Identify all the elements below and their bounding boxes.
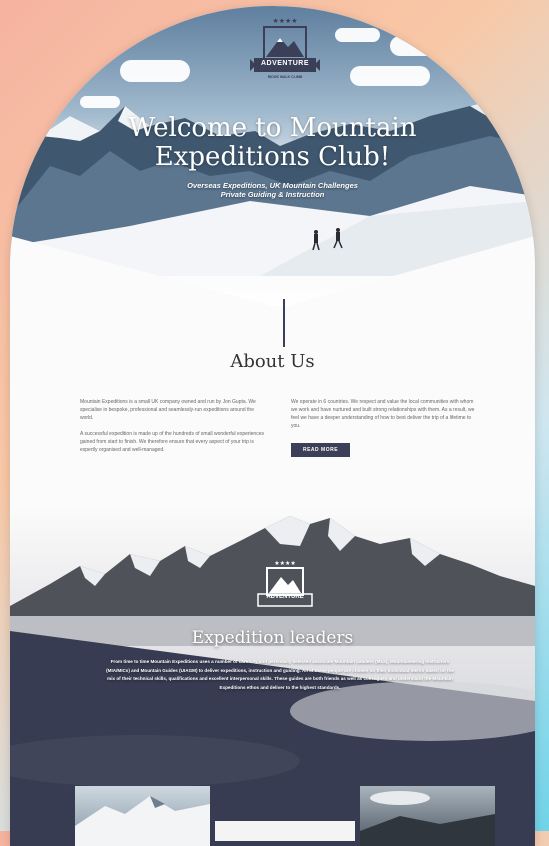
about-paragraph: A successful expedition is made up of th…	[80, 431, 264, 453]
hero-title-line2: Expeditions Club!	[154, 142, 391, 172]
about-paragraph: Mountain Expeditions is a small UK compa…	[80, 399, 256, 421]
thumbnail-image[interactable]	[75, 786, 210, 846]
logo-tagline: RIDGE WALK CLIMB	[267, 75, 303, 79]
read-more-button[interactable]: READ MORE	[291, 443, 350, 457]
expedition-logo-text: ADVENTURE	[266, 594, 304, 600]
hero-title: Welcome to Mountain Expeditions Club!	[10, 114, 535, 172]
adventure-logo[interactable]: ★★★★ ADVENTURE RIDGE WALK CLIMB	[250, 14, 320, 94]
hero-subtitle-line1: Overseas Expeditions, UK Mountain Challe…	[187, 181, 358, 190]
hero-title-line1: Welcome to Mountain	[128, 113, 417, 143]
svg-text:★★★★: ★★★★	[274, 560, 296, 567]
expedition-text: From time to time Mountain Expeditions u…	[106, 659, 454, 690]
hero-subtitle-line2: Private Guiding & Instruction	[220, 190, 325, 199]
content-card	[215, 821, 355, 841]
hero-chevron-divider	[10, 236, 535, 316]
about-title: About Us	[230, 351, 315, 372]
svg-text:★★★★: ★★★★	[272, 17, 297, 25]
logo-text: ADVENTURE	[260, 60, 310, 67]
thumbnail-image[interactable]	[360, 786, 495, 846]
section-divider-line	[283, 299, 285, 347]
about-column-right: We operate in 6 countries. We respect an…	[291, 398, 479, 438]
page-frame: ★★★★ ADVENTURE RIDGE WALK CLIMB Welcome …	[10, 6, 535, 846]
mountain-logo-icon: ★★★★	[250, 17, 320, 72]
hero-subtitle: Overseas Expeditions, UK Mountain Challe…	[10, 181, 535, 199]
expedition-title: Expedition leaders	[191, 628, 354, 648]
about-paragraph: We operate in 6 countries. We respect an…	[291, 399, 475, 429]
about-column-left: Mountain Expeditions is a small UK compa…	[80, 398, 268, 462]
